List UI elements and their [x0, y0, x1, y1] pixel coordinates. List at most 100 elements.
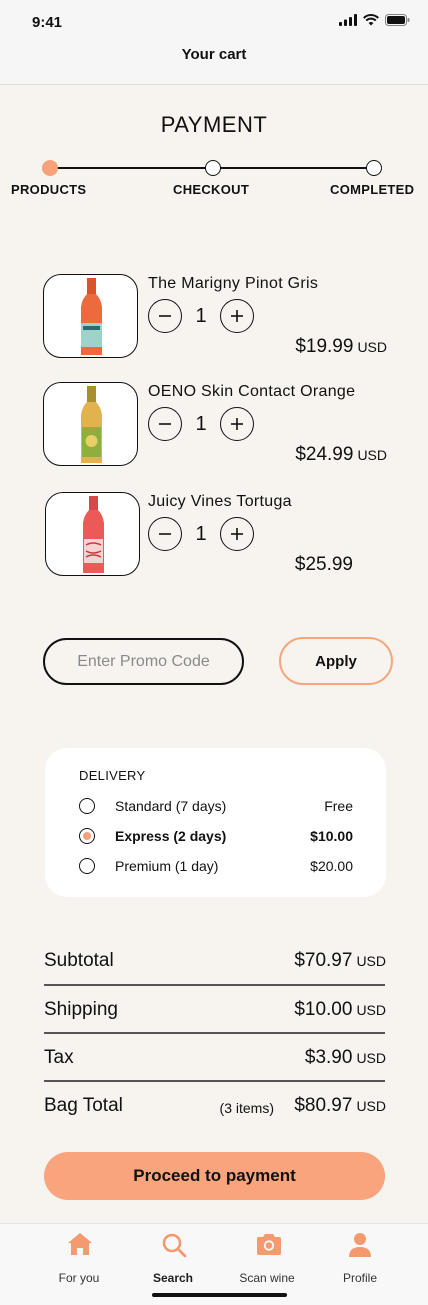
home-icon	[68, 1233, 92, 1255]
product-image[interactable]	[43, 382, 138, 466]
quantity-value: 1	[195, 523, 207, 545]
bag-total-amount: $80.97	[294, 1095, 353, 1116]
tax-value: $3.90 USD	[305, 1047, 386, 1069]
product-image[interactable]	[45, 492, 140, 576]
delivery-option-label: Express (2 days)	[115, 828, 227, 844]
delivery-title: DELIVERY	[79, 768, 146, 783]
radio-button[interactable]	[79, 798, 95, 814]
tab-scan-wine[interactable]: Scan wine	[222, 1224, 312, 1294]
shipping-value: $10.00 USD	[294, 999, 386, 1021]
delivery-option-standard[interactable]: Standard (7 days) Free	[79, 797, 353, 817]
cart-item: Juicy Vines Tortuga 1 $25.99	[0, 491, 428, 581]
tab-label: Profile	[342, 1271, 377, 1285]
divider	[44, 1032, 385, 1034]
increase-quantity-button[interactable]	[220, 407, 254, 441]
step-label-products: PRODUCTS	[11, 182, 87, 197]
product-price: $25.99	[295, 554, 357, 576]
subtotal-amount: $70.97	[294, 950, 353, 971]
minus-icon	[159, 315, 171, 317]
subtotal-label: Subtotal	[44, 950, 114, 971]
increase-quantity-button[interactable]	[220, 299, 254, 333]
decrease-quantity-button[interactable]	[148, 299, 182, 333]
tab-for-you[interactable]: For you	[34, 1224, 124, 1294]
divider	[44, 1080, 385, 1082]
tax-label: Tax	[44, 1047, 74, 1068]
subtotal-currency: USD	[356, 953, 386, 969]
wine-bottle-image	[83, 496, 104, 573]
nav-header: Your cart	[0, 40, 428, 85]
shipping-amount: $10.00	[294, 999, 353, 1020]
delivery-option-label: Premium (1 day)	[115, 858, 219, 874]
promo-code-input[interactable]	[43, 638, 244, 685]
cart-item: OENO Skin Contact Orange 1 $24.99 USD	[0, 381, 428, 471]
camera-icon	[257, 1234, 281, 1255]
home-indicator	[152, 1293, 287, 1297]
product-price: $24.99 USD	[295, 444, 387, 466]
section-title: PAYMENT	[160, 112, 268, 137]
step-dot-completed	[366, 160, 382, 176]
step-label-completed: COMPLETED	[330, 182, 415, 197]
tab-label: Search	[152, 1271, 194, 1285]
step-dot-products	[42, 160, 58, 176]
proceed-to-payment-button[interactable]: Proceed to payment	[44, 1152, 385, 1200]
increase-quantity-button[interactable]	[220, 517, 254, 551]
product-name: Juicy Vines Tortuga	[148, 493, 292, 510]
delivery-option-express[interactable]: Express (2 days) $10.00	[79, 827, 353, 847]
subtotal-value: $70.97 USD	[294, 950, 386, 972]
cart-item: The Marigny Pinot Gris 1 $19.99 USD	[0, 273, 428, 363]
step-label-checkout: CHECKOUT	[173, 182, 250, 197]
quantity-value: 1	[195, 413, 207, 435]
wine-bottle-image	[81, 386, 102, 463]
delivery-option-price: $10.00	[310, 828, 353, 844]
product-image[interactable]	[43, 274, 138, 358]
bag-total-currency: USD	[356, 1098, 386, 1114]
tab-search[interactable]: Search	[128, 1224, 218, 1294]
price-amount: $19.99	[295, 336, 354, 357]
delivery-card: DELIVERY Standard (7 days) Free Express …	[45, 748, 386, 897]
radio-button-selected[interactable]	[79, 828, 95, 844]
bag-total-row: Bag Total (3 items) $80.97 USD	[44, 1095, 386, 1135]
status-time: 9:41	[32, 14, 63, 31]
wine-bottle-image	[81, 278, 102, 355]
signal-icon	[339, 14, 357, 26]
delivery-option-label: Standard (7 days)	[115, 798, 227, 814]
tax-amount: $3.90	[304, 1047, 353, 1068]
battery-icon	[385, 14, 410, 26]
profile-icon	[349, 1233, 371, 1257]
tab-label: For you	[58, 1271, 100, 1285]
search-icon	[162, 1233, 187, 1258]
items-count: (3 items)	[219, 1100, 274, 1116]
tab-profile[interactable]: Profile	[315, 1224, 405, 1294]
status-icons	[339, 14, 410, 26]
wifi-icon	[363, 14, 379, 26]
divider	[44, 984, 385, 986]
minus-icon	[159, 423, 171, 425]
delivery-option-premium[interactable]: Premium (1 day) $20.00	[79, 857, 353, 877]
price-amount: $24.99	[295, 444, 354, 465]
plus-icon	[231, 310, 243, 322]
product-name: The Marigny Pinot Gris	[148, 275, 319, 292]
bag-total-value: $80.97 USD	[294, 1095, 386, 1117]
delivery-option-price: $20.00	[310, 858, 353, 874]
status-bar: 9:41	[0, 0, 428, 40]
price-currency: USD	[357, 447, 387, 463]
apply-promo-button[interactable]: Apply	[279, 637, 393, 685]
bag-total-label: Bag Total	[44, 1095, 123, 1116]
price-currency: USD	[357, 339, 387, 355]
product-price: $19.99 USD	[295, 336, 387, 358]
step-dot-checkout	[205, 160, 221, 176]
product-name: OENO Skin Contact Orange	[148, 383, 356, 400]
shipping-label: Shipping	[44, 999, 118, 1020]
quantity-value: 1	[195, 305, 207, 327]
page-title: Your cart	[181, 46, 247, 63]
decrease-quantity-button[interactable]	[148, 517, 182, 551]
plus-icon	[231, 418, 243, 430]
tax-currency: USD	[356, 1050, 386, 1066]
price-amount: $25.99	[294, 554, 353, 575]
radio-button[interactable]	[79, 858, 95, 874]
delivery-option-price: Free	[324, 798, 353, 814]
shipping-currency: USD	[356, 1002, 386, 1018]
decrease-quantity-button[interactable]	[148, 407, 182, 441]
minus-icon	[159, 533, 171, 535]
tab-label: Scan wine	[239, 1271, 295, 1285]
